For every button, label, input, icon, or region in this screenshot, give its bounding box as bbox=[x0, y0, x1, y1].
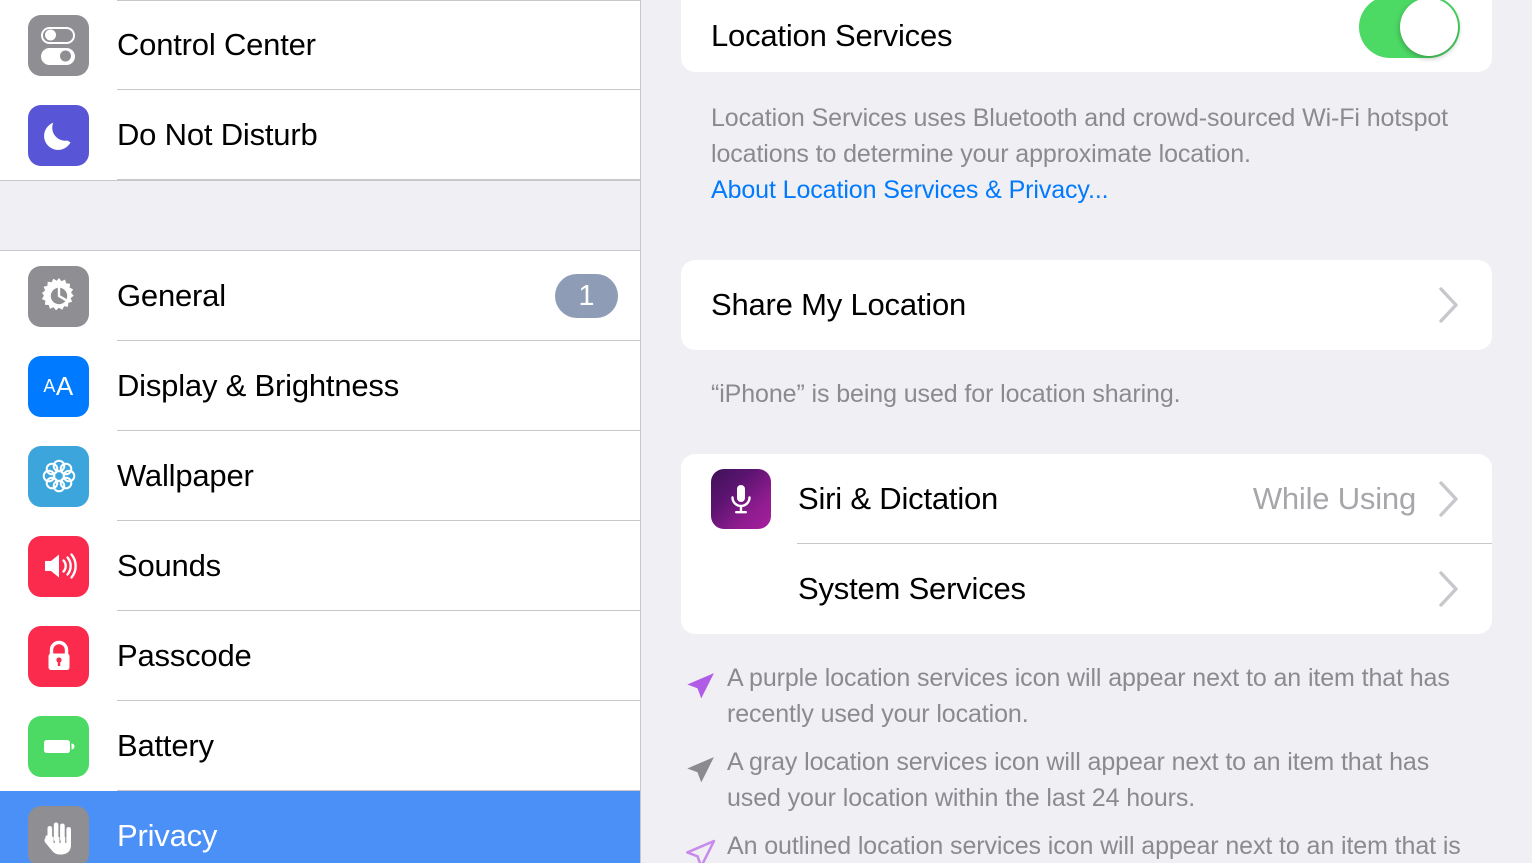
lock-icon bbox=[28, 625, 89, 687]
siri-microphone-icon bbox=[711, 469, 771, 529]
chevron-right-icon bbox=[1439, 571, 1458, 607]
moon-icon bbox=[28, 104, 89, 166]
legend-text: An outlined location services icon will … bbox=[727, 832, 1461, 860]
sidebar-item-label: Display & Brightness bbox=[117, 368, 400, 403]
sidebar-item-label: Battery bbox=[117, 728, 214, 763]
chevron-right-icon bbox=[1439, 287, 1458, 323]
sidebar-item-label: General bbox=[117, 278, 226, 313]
siri-dictation-title: Siri & Dictation bbox=[798, 481, 999, 516]
location-services-title: Location Services bbox=[711, 18, 953, 53]
location-services-row[interactable]: Location Services bbox=[681, 0, 1492, 72]
sidebar-item-label: Sounds bbox=[117, 548, 221, 583]
legend-text: A gray location services icon will appea… bbox=[727, 748, 1430, 812]
share-my-location-row[interactable]: Share My Location bbox=[681, 260, 1492, 350]
sidebar-item-wallpaper[interactable]: Wallpaper bbox=[0, 431, 640, 521]
sidebar-item-do-not-disturb[interactable]: Do Not Disturb bbox=[0, 90, 640, 180]
legend-item: An outlined location services icon will … bbox=[681, 828, 1462, 863]
privacy-detail-panel: Location Services Location Services uses… bbox=[641, 0, 1532, 863]
sidebar-item-label: Control Center bbox=[117, 27, 316, 62]
share-my-location-title: Share My Location bbox=[711, 287, 967, 322]
about-location-services-privacy-link[interactable]: About Location Services & Privacy... bbox=[711, 172, 1462, 208]
status-badge: 1 bbox=[555, 274, 618, 318]
sidebar-item-label: Privacy bbox=[117, 818, 218, 853]
hand-icon bbox=[28, 805, 89, 863]
location-apps-card: Siri & Dictation While Using System Serv… bbox=[681, 454, 1492, 634]
outlined-purple-arrow-icon bbox=[686, 839, 716, 863]
location-services-footnote: Location Services uses Bluetooth and cro… bbox=[681, 72, 1492, 208]
sidebar-item-label: Do Not Disturb bbox=[117, 117, 318, 152]
sidebar-item-display-brightness[interactable]: AA Display & Brightness bbox=[0, 341, 640, 431]
battery-icon bbox=[28, 715, 89, 777]
siri-dictation-row[interactable]: Siri & Dictation While Using bbox=[681, 454, 1492, 544]
filled-purple-arrow-icon bbox=[687, 673, 714, 699]
legend-text: A purple location services icon will app… bbox=[727, 664, 1450, 728]
settings-sidebar[interactable]: Control Center Do Not Disturb General 1 … bbox=[0, 0, 641, 863]
chevron-right-icon bbox=[1439, 481, 1458, 517]
share-my-location-card: Share My Location bbox=[681, 260, 1492, 350]
settings-split-view: Control Center Do Not Disturb General 1 … bbox=[0, 0, 1532, 863]
sidebar-item-label: Passcode bbox=[117, 638, 252, 673]
system-services-title: System Services bbox=[798, 571, 1026, 606]
share-my-location-footnote: “iPhone” is being used for location shar… bbox=[681, 350, 1492, 412]
toggle-knob bbox=[1400, 0, 1458, 56]
share-my-location-footnote-text: “iPhone” is being used for location shar… bbox=[711, 380, 1181, 408]
location-services-footnote-text: Location Services uses Bluetooth and cro… bbox=[711, 104, 1449, 168]
sidebar-item-battery[interactable]: Battery bbox=[0, 701, 640, 791]
filled-gray-arrow-icon bbox=[687, 757, 714, 783]
sidebar-item-label: Wallpaper bbox=[117, 458, 254, 493]
sidebar-item-privacy[interactable]: Privacy bbox=[0, 791, 640, 863]
sidebar-item-control-center[interactable]: Control Center bbox=[0, 0, 640, 90]
spacer-icon bbox=[711, 559, 771, 619]
legend-item: A gray location services icon will appea… bbox=[681, 744, 1462, 816]
sidebar-group-separator bbox=[0, 180, 640, 251]
location-services-toggle[interactable] bbox=[1359, 0, 1460, 58]
siri-dictation-value: While Using bbox=[1252, 481, 1416, 516]
flower-icon bbox=[28, 445, 89, 507]
sidebar-item-general[interactable]: General 1 bbox=[0, 251, 640, 341]
speaker-icon bbox=[28, 535, 89, 597]
text-size-icon: AA bbox=[28, 355, 89, 417]
gear-icon bbox=[28, 265, 89, 327]
sidebar-item-sounds[interactable]: Sounds bbox=[0, 521, 640, 611]
control-center-icon bbox=[28, 14, 89, 76]
system-services-row[interactable]: System Services bbox=[681, 544, 1492, 634]
location-icon-legend: A purple location services icon will app… bbox=[681, 634, 1492, 863]
sidebar-item-passcode[interactable]: Passcode bbox=[0, 611, 640, 701]
location-services-card: Location Services bbox=[681, 0, 1492, 72]
legend-item: A purple location services icon will app… bbox=[681, 660, 1462, 732]
